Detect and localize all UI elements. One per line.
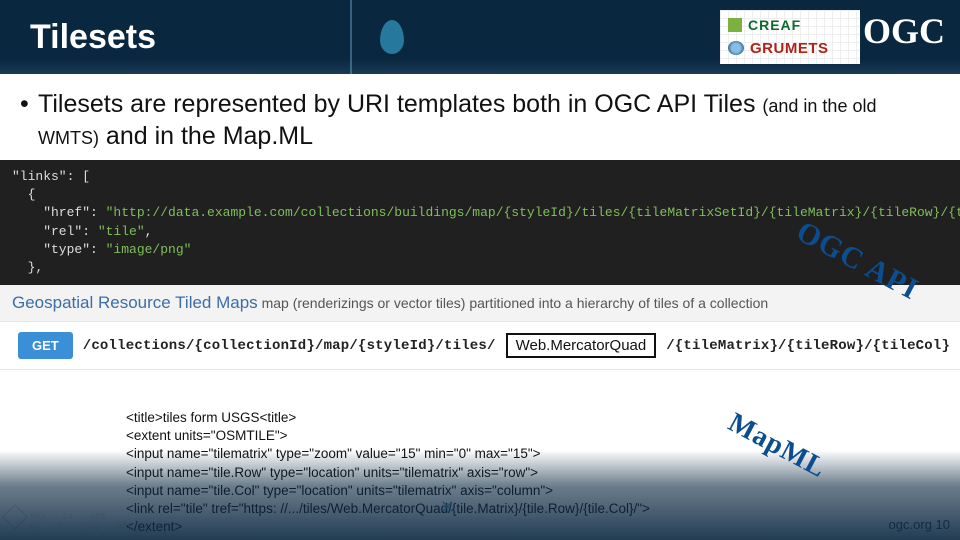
bullet-1-text-a: Tilesets are represented by URI template…: [38, 90, 762, 118]
description-rest: map (renderizings or vector tiles) parti…: [258, 295, 768, 311]
code-l1: "links": [: [12, 169, 90, 184]
code-l6: },: [12, 260, 43, 275]
header-deco-pin: [380, 20, 404, 54]
api-path-pre: /collections/{collectionId}/map/{styleId…: [83, 338, 496, 354]
tile-matrix-set-chip: Web.MercatorQuad: [506, 333, 657, 358]
creaf-square-icon: [728, 18, 742, 32]
slide-root: Tilesets CREAF GRUMETS OGC Tilesets are …: [0, 0, 960, 540]
code-l3k: "href":: [12, 205, 106, 220]
ogc-wordmark: OGC: [863, 10, 945, 52]
api-endpoint-row: GET /collections/{collectionId}/map/{sty…: [0, 321, 960, 370]
logo-creaf: CREAF: [728, 17, 852, 33]
api-path-post: /{tileMatrix}/{tileRow}/{tileCol}: [666, 338, 950, 354]
page-title: Tilesets: [30, 18, 156, 57]
description-band: Geospatial Resource Tiled Maps map (rend…: [0, 285, 960, 321]
code-l4v: "tile": [98, 224, 145, 239]
code-l4k: "rel":: [12, 224, 98, 239]
bullet-1: Tilesets are represented by URI template…: [38, 88, 928, 152]
slide-header: Tilesets CREAF GRUMETS OGC: [0, 0, 960, 74]
description-title: Geospatial Resource Tiled Maps: [12, 293, 258, 312]
code-l5v: "image/png": [106, 242, 192, 257]
bullet-block: Tilesets are represented by URI template…: [0, 74, 960, 158]
http-method-badge: GET: [18, 332, 73, 359]
creaf-text: CREAF: [748, 17, 801, 33]
grumets-text: GRUMETS: [750, 40, 829, 57]
footer-pagenum: ogc.org 10: [889, 517, 950, 532]
code-l2: {: [12, 187, 35, 202]
code-l5k: "type":: [12, 242, 106, 257]
header-deco-line: [350, 0, 352, 74]
bullet-1-text-c: and in the Map.ML: [99, 122, 313, 150]
code-l3v: "http://data.example.com/collections/bui…: [106, 205, 960, 220]
partner-logos: CREAF GRUMETS: [720, 10, 860, 64]
mapml-l2: <extent units="OSMTILE">: [126, 427, 754, 445]
mapml-l1: <title>tiles form USGS<title>: [126, 409, 754, 427]
grumets-globe-icon: [728, 41, 744, 55]
logo-grumets: GRUMETS: [728, 40, 852, 57]
